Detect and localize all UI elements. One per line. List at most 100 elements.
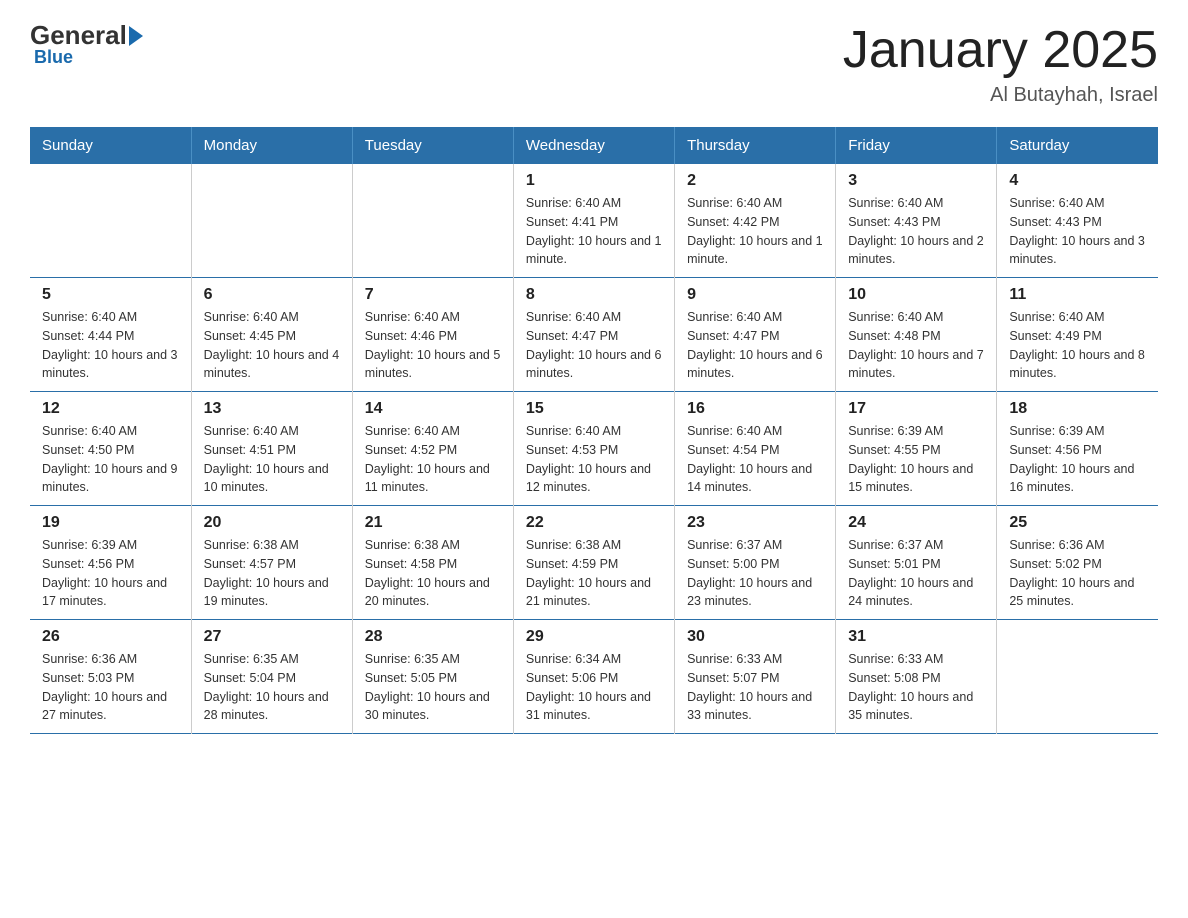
day-number: 8 — [526, 286, 662, 304]
day-info: Sunrise: 6:40 AMSunset: 4:47 PMDaylight:… — [687, 308, 823, 383]
day-number: 10 — [848, 286, 984, 304]
calendar-cell: 12Sunrise: 6:40 AMSunset: 4:50 PMDayligh… — [30, 392, 191, 506]
weekday-header: Wednesday — [513, 127, 674, 164]
weekday-header: Saturday — [997, 127, 1158, 164]
calendar-cell: 3 Sunrise: 6:40 AMSunset: 4:43 PMDaylight… — [836, 164, 997, 278]
day-info: Sunrise: 6:38 AMSunset: 4:57 PMDaylight:… — [204, 536, 340, 611]
day-info: Sunrise: 6:40 AMSunset: 4:51 PMDaylight:… — [204, 422, 340, 497]
day-info: Sunrise: 6:40 AMSunset: 4:49 PMDaylight:… — [1009, 308, 1146, 383]
day-number: 28 — [365, 628, 501, 646]
day-info: Sunrise: 6:33 AMSunset: 5:08 PMDaylight:… — [848, 650, 984, 725]
calendar-cell: 14Sunrise: 6:40 AMSunset: 4:52 PMDayligh… — [352, 392, 513, 506]
day-info: Sunrise: 6:38 AMSunset: 4:58 PMDaylight:… — [365, 536, 501, 611]
logo-triangle-icon — [129, 26, 143, 46]
day-number: 25 — [1009, 514, 1146, 532]
calendar-cell: 2 Sunrise: 6:40 AMSunset: 4:42 PMDaylight… — [675, 164, 836, 278]
day-number: 6 — [204, 286, 340, 304]
weekday-header: Tuesday — [352, 127, 513, 164]
day-number: 15 — [526, 400, 662, 418]
weekday-header: Thursday — [675, 127, 836, 164]
calendar-week-row: 12Sunrise: 6:40 AMSunset: 4:50 PMDayligh… — [30, 392, 1158, 506]
calendar-body: 1Sunrise: 6:40 AMSunset: 4:41 PMDaylight… — [30, 164, 1158, 734]
calendar-cell — [997, 620, 1158, 734]
day-number: 19 — [42, 514, 179, 532]
calendar-cell: 22 Sunrise: 6:38 AMSunset: 4:59 PMDayligh… — [513, 506, 674, 620]
day-info: Sunrise: 6:39 AMSunset: 4:56 PMDaylight:… — [1009, 422, 1146, 497]
calendar-cell: 21Sunrise: 6:38 AMSunset: 4:58 PMDayligh… — [352, 506, 513, 620]
calendar-cell: 9 Sunrise: 6:40 AMSunset: 4:47 PMDaylight… — [675, 278, 836, 392]
day-number: 13 — [204, 400, 340, 418]
calendar-cell: 20 Sunrise: 6:38 AMSunset: 4:57 PMDayligh… — [191, 506, 352, 620]
weekday-header-row: SundayMondayTuesdayWednesdayThursdayFrid… — [30, 127, 1158, 164]
day-info: Sunrise: 6:40 AMSunset: 4:50 PMDaylight:… — [42, 422, 179, 497]
day-info: Sunrise: 6:40 AMSunset: 4:43 PMDaylight:… — [1009, 194, 1146, 269]
day-number: 29 — [526, 628, 662, 646]
calendar-cell: 17 Sunrise: 6:39 AMSunset: 4:55 PMDayligh… — [836, 392, 997, 506]
day-info: Sunrise: 6:35 AMSunset: 5:05 PMDaylight:… — [365, 650, 501, 725]
weekday-header: Sunday — [30, 127, 191, 164]
day-number: 20 — [204, 514, 340, 532]
day-info: Sunrise: 6:38 AMSunset: 4:59 PMDaylight:… — [526, 536, 662, 611]
day-number: 7 — [365, 286, 501, 304]
day-info: Sunrise: 6:40 AMSunset: 4:46 PMDaylight:… — [365, 308, 501, 383]
day-info: Sunrise: 6:40 AMSunset: 4:42 PMDaylight:… — [687, 194, 823, 269]
day-number: 11 — [1009, 286, 1146, 304]
calendar-week-row: 19 Sunrise: 6:39 AMSunset: 4:56 PMDayligh… — [30, 506, 1158, 620]
calendar-cell — [30, 164, 191, 278]
day-number: 1 — [526, 172, 662, 190]
day-number: 30 — [687, 628, 823, 646]
day-number: 22 — [526, 514, 662, 532]
calendar-cell — [352, 164, 513, 278]
calendar-cell: 15 Sunrise: 6:40 AMSunset: 4:53 PMDayligh… — [513, 392, 674, 506]
calendar-cell: 18 Sunrise: 6:39 AMSunset: 4:56 PMDayligh… — [997, 392, 1158, 506]
calendar-cell: 11 Sunrise: 6:40 AMSunset: 4:49 PMDayligh… — [997, 278, 1158, 392]
day-number: 2 — [687, 172, 823, 190]
logo-blue: Blue — [34, 47, 73, 68]
day-info: Sunrise: 6:40 AMSunset: 4:44 PMDaylight:… — [42, 308, 179, 383]
calendar-cell: 23 Sunrise: 6:37 AMSunset: 5:00 PMDayligh… — [675, 506, 836, 620]
day-info: Sunrise: 6:33 AMSunset: 5:07 PMDaylight:… — [687, 650, 823, 725]
day-info: Sunrise: 6:40 AMSunset: 4:53 PMDaylight:… — [526, 422, 662, 497]
day-number: 24 — [848, 514, 984, 532]
logo: General Blue — [30, 20, 147, 68]
day-info: Sunrise: 6:37 AMSunset: 5:01 PMDaylight:… — [848, 536, 984, 611]
day-info: Sunrise: 6:39 AMSunset: 4:55 PMDaylight:… — [848, 422, 984, 497]
calendar-cell: 25 Sunrise: 6:36 AMSunset: 5:02 PMDayligh… — [997, 506, 1158, 620]
calendar-cell: 10 Sunrise: 6:40 AMSunset: 4:48 PMDayligh… — [836, 278, 997, 392]
title-section: January 2025 Al Butayhah, Israel — [843, 20, 1158, 107]
day-info: Sunrise: 6:35 AMSunset: 5:04 PMDaylight:… — [204, 650, 340, 725]
calendar-cell: 5Sunrise: 6:40 AMSunset: 4:44 PMDaylight… — [30, 278, 191, 392]
calendar-cell: 26 Sunrise: 6:36 AMSunset: 5:03 PMDayligh… — [30, 620, 191, 734]
day-info: Sunrise: 6:36 AMSunset: 5:02 PMDaylight:… — [1009, 536, 1146, 611]
calendar-cell: 8Sunrise: 6:40 AMSunset: 4:47 PMDaylight… — [513, 278, 674, 392]
day-info: Sunrise: 6:40 AMSunset: 4:45 PMDaylight:… — [204, 308, 340, 383]
calendar-cell: 6 Sunrise: 6:40 AMSunset: 4:45 PMDaylight… — [191, 278, 352, 392]
calendar-table: SundayMondayTuesdayWednesdayThursdayFrid… — [30, 127, 1158, 734]
day-number: 3 — [848, 172, 984, 190]
calendar-week-row: 1Sunrise: 6:40 AMSunset: 4:41 PMDaylight… — [30, 164, 1158, 278]
day-number: 31 — [848, 628, 984, 646]
day-number: 14 — [365, 400, 501, 418]
calendar-cell: 13 Sunrise: 6:40 AMSunset: 4:51 PMDayligh… — [191, 392, 352, 506]
calendar-cell: 16Sunrise: 6:40 AMSunset: 4:54 PMDayligh… — [675, 392, 836, 506]
day-number: 23 — [687, 514, 823, 532]
calendar-cell: 28 Sunrise: 6:35 AMSunset: 5:05 PMDayligh… — [352, 620, 513, 734]
day-number: 26 — [42, 628, 179, 646]
day-info: Sunrise: 6:40 AMSunset: 4:48 PMDaylight:… — [848, 308, 984, 383]
calendar-week-row: 5Sunrise: 6:40 AMSunset: 4:44 PMDaylight… — [30, 278, 1158, 392]
calendar-cell: 31 Sunrise: 6:33 AMSunset: 5:08 PMDayligh… — [836, 620, 997, 734]
day-info: Sunrise: 6:40 AMSunset: 4:54 PMDaylight:… — [687, 422, 823, 497]
calendar-cell: 7 Sunrise: 6:40 AMSunset: 4:46 PMDaylight… — [352, 278, 513, 392]
day-info: Sunrise: 6:40 AMSunset: 4:43 PMDaylight:… — [848, 194, 984, 269]
day-number: 4 — [1009, 172, 1146, 190]
day-number: 18 — [1009, 400, 1146, 418]
calendar-cell: 4 Sunrise: 6:40 AMSunset: 4:43 PMDaylight… — [997, 164, 1158, 278]
day-number: 9 — [687, 286, 823, 304]
day-info: Sunrise: 6:39 AMSunset: 4:56 PMDaylight:… — [42, 536, 179, 611]
calendar-cell — [191, 164, 352, 278]
day-number: 17 — [848, 400, 984, 418]
calendar-cell: 29Sunrise: 6:34 AMSunset: 5:06 PMDayligh… — [513, 620, 674, 734]
day-info: Sunrise: 6:37 AMSunset: 5:00 PMDaylight:… — [687, 536, 823, 611]
day-number: 27 — [204, 628, 340, 646]
day-info: Sunrise: 6:36 AMSunset: 5:03 PMDaylight:… — [42, 650, 179, 725]
